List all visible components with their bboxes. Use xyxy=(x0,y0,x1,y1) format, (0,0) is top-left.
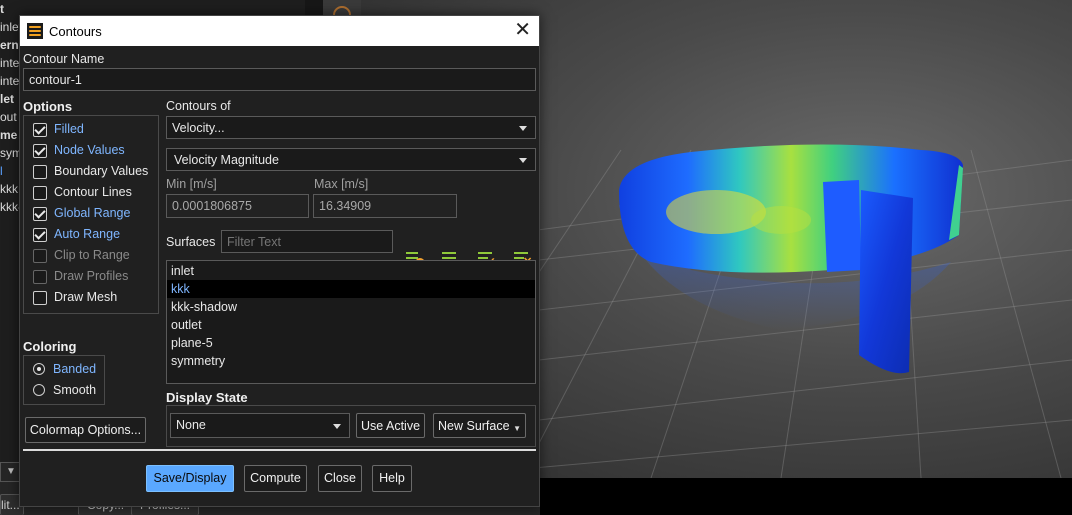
contours-of-dropdown[interactable]: Velocity... xyxy=(166,116,536,139)
contours-of-sub-dropdown[interactable]: Velocity Magnitude xyxy=(166,148,536,171)
surface-list-item[interactable]: outlet xyxy=(167,316,535,334)
help-button[interactable]: Help xyxy=(372,465,412,492)
coloring-group: Banded Smooth xyxy=(23,355,105,405)
coloring-heading: Coloring xyxy=(23,339,77,354)
checkbox-box[interactable] xyxy=(33,123,47,137)
contour-name-field[interactable]: contour-1 xyxy=(23,68,536,91)
checkbox-label: Auto Range xyxy=(54,227,121,241)
checkbox-label: Global Range xyxy=(54,206,131,220)
chevron-down-icon xyxy=(519,158,527,163)
save-display-button[interactable]: Save/Display xyxy=(146,465,234,492)
max-field[interactable]: 16.34909 xyxy=(313,194,457,218)
surfaces-list[interactable]: inlet kkk kkk-shadow outlet plane-5 symmetry xyxy=(166,260,536,384)
display-state-dropdown[interactable]: None xyxy=(170,413,350,438)
checkbox-box[interactable] xyxy=(33,228,47,242)
chevron-down-icon xyxy=(519,126,527,131)
checkbox-label: Boundary Values xyxy=(54,164,149,178)
viewport-footer xyxy=(540,478,1072,515)
close-icon[interactable]: ✕ xyxy=(514,19,531,41)
surfaces-label: Surfaces xyxy=(166,235,216,249)
surfaces-filter-input[interactable] xyxy=(221,230,393,253)
surface-list-item[interactable]: symmetry xyxy=(167,352,535,370)
chevron-down-icon xyxy=(333,424,341,429)
checkbox-label: Filled xyxy=(54,122,84,136)
contours-of-value: Velocity... xyxy=(172,121,225,135)
contours-of-sub-value: Velocity Magnitude xyxy=(174,153,279,167)
radio-dot[interactable] xyxy=(33,363,45,375)
checkbox-box[interactable] xyxy=(33,186,47,200)
radio-label: Smooth xyxy=(53,383,97,397)
min-label: Min [m/s] xyxy=(166,177,217,191)
close-button[interactable]: Close xyxy=(318,465,362,492)
chevron-down-icon: ▼ xyxy=(513,424,521,433)
checkbox-box[interactable] xyxy=(33,207,47,221)
compute-button[interactable]: Compute xyxy=(244,465,307,492)
min-field[interactable]: 0.0001806875 xyxy=(166,194,309,218)
display-state-value: None xyxy=(176,418,206,432)
options-heading: Options xyxy=(23,99,73,114)
checkbox-box[interactable] xyxy=(33,165,47,179)
options-group: Filled Node Values Boundary Values Contour … xyxy=(23,115,159,314)
checkbox-box[interactable] xyxy=(33,144,47,158)
colormap-options-button[interactable]: Colormap Options... xyxy=(25,417,146,443)
checkbox-label: Draw Mesh xyxy=(54,290,118,304)
dialog-separator xyxy=(23,449,536,451)
fluent-app-icon xyxy=(27,23,43,39)
checkbox-box[interactable] xyxy=(33,249,47,263)
contour-name-label: Contour Name xyxy=(23,52,105,66)
radio-dot[interactable] xyxy=(33,384,45,396)
contours-dialog: Contours ✕ Contour Name contour-1 Option… xyxy=(19,15,540,507)
surface-list-item[interactable]: inlet xyxy=(167,262,535,280)
radio-label: Banded xyxy=(53,362,97,376)
surface-list-item[interactable]: plane-5 xyxy=(167,334,535,352)
checkbox-label: Contour Lines xyxy=(54,185,132,199)
surface-list-item[interactable]: kkk xyxy=(167,280,535,298)
new-surface-label: New Surface xyxy=(438,419,510,433)
dialog-titlebar[interactable]: Contours ✕ xyxy=(20,16,539,46)
display-state-heading: Display State xyxy=(166,390,248,405)
use-active-button[interactable]: Use Active xyxy=(356,413,425,438)
new-surface-button[interactable]: New Surface ▼ xyxy=(433,413,526,438)
checkbox-box[interactable] xyxy=(33,270,47,284)
dialog-title: Contours xyxy=(49,24,102,39)
checkbox-label: Draw Profiles xyxy=(54,269,129,283)
contours-of-label: Contours of xyxy=(166,99,231,113)
checkbox-box[interactable] xyxy=(33,291,47,305)
surface-list-item[interactable]: kkk-shadow xyxy=(167,298,535,316)
max-label: Max [m/s] xyxy=(314,177,369,191)
checkbox-label: Node Values xyxy=(54,143,125,157)
checkbox-label: Clip to Range xyxy=(54,248,130,262)
